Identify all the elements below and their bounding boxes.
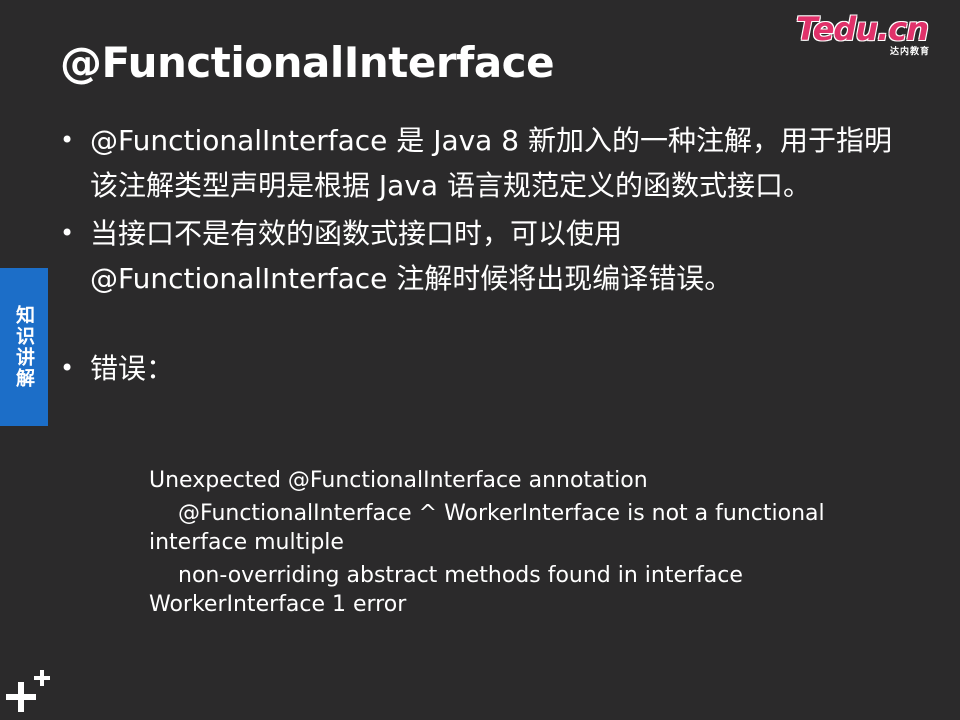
- side-tab-label: 知识讲解: [13, 305, 35, 389]
- bullet-dot-icon: •: [60, 126, 75, 154]
- bullet-item: • 当接口不是有效的函数式接口时，可以使用 @FunctionalInterfa…: [60, 211, 910, 301]
- bullet-list: • @FunctionalInterface 是 Java 8 新加入的一种注解…: [60, 118, 910, 391]
- bullet-text: @FunctionalInterface 是 Java 8 新加入的一种注解，用…: [90, 124, 892, 202]
- error-text: @FunctionalInterface ^ WorkerInterface i…: [178, 501, 825, 526]
- bullet-text: 错误：: [90, 352, 175, 385]
- bullet-dot-icon: •: [60, 354, 75, 382]
- side-tab: 知识讲解: [0, 268, 48, 426]
- logo-subtext: 达内教育: [889, 47, 930, 57]
- error-text: WorkerInterface 1 error: [149, 592, 407, 617]
- error-text: Unexpected @FunctionalInterface annotati…: [149, 468, 648, 493]
- logo-text: Tedu.cn: [796, 10, 929, 48]
- slide: @FunctionalInterface Tedu.cn 达内教育 知识讲解 •…: [0, 0, 960, 720]
- error-line: Unexpected @FunctionalInterface annotati…: [149, 466, 909, 495]
- logo: Tedu.cn 达内教育: [796, 10, 936, 60]
- error-message-block: Unexpected @FunctionalInterface annotati…: [149, 466, 909, 623]
- error-line: @FunctionalInterface ^ WorkerInterface i…: [149, 499, 909, 557]
- error-text: interface multiple: [149, 530, 344, 555]
- bullet-item: • 错误：: [60, 346, 910, 391]
- bullet-dot-icon: •: [60, 219, 75, 247]
- error-text: non-overriding abstract methods found in…: [178, 563, 743, 588]
- bullet-item: • @FunctionalInterface 是 Java 8 新加入的一种注解…: [60, 118, 910, 208]
- page-title: @FunctionalInterface: [60, 38, 555, 87]
- plus-plus-icon: [6, 670, 50, 712]
- error-line: non-overriding abstract methods found in…: [149, 561, 909, 619]
- bullet-text: 当接口不是有效的函数式接口时，可以使用 @FunctionalInterface…: [90, 217, 733, 295]
